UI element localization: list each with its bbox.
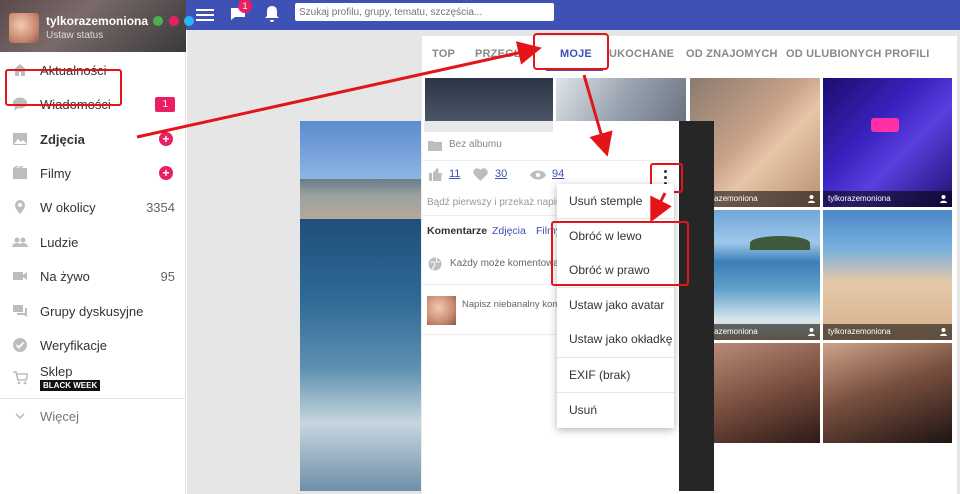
divider [421,284,557,285]
sidebar-item-nearby[interactable]: W okolicy 3354 [0,190,186,224]
sidebar-item-label: Sklep [40,364,73,379]
lightbox-photo[interactable] [300,121,421,491]
comment-permission[interactable]: Każdy może komentowa [450,258,559,269]
town-hill [300,179,421,221]
sidebar-item-label: Na żywo [40,268,90,284]
messages-badge: 1 [155,96,175,112]
star-badge-icon [184,16,195,26]
tab-from-favorites[interactable]: OD ULUBIONYCH PROFILI [786,48,930,60]
island-detail [750,236,810,250]
tab-comments[interactable]: Komentarze [427,225,487,237]
views-count[interactable]: 94 [552,168,564,180]
sidebar-item-groups[interactable]: Grupy dyskusyjne [0,294,186,328]
menu-item-set-avatar[interactable]: Ustaw jako avatar [557,288,674,322]
user-profile-box[interactable]: tylkorazemoniona Ustaw status [0,0,195,52]
people-icon [12,237,28,247]
avatar[interactable] [9,13,39,43]
sidebar-item-shop[interactable]: Sklep BLACK WEEK [0,358,186,398]
menu-item-remove-stamps[interactable]: Usuń stemple [557,184,674,218]
sidebar-item-label: Grupy dyskusyjne [40,303,144,319]
annotation-highlight-tab [533,33,609,70]
username-text: tylkorazemoniona [46,14,149,28]
tab-photos[interactable]: Zdjęcia [492,225,526,237]
sky [300,121,421,181]
sidebar-item-verification[interactable]: Weryfikacje [0,328,186,362]
tab-top[interactable]: TOP [432,48,455,60]
nearby-count: 3354 [146,199,175,215]
photo-thumb[interactable]: tylkorazemoniona [823,78,952,207]
photo-owner-name: tylkorazemoniona [828,327,891,336]
cart-icon [13,371,28,385]
sidebar-item-videos[interactable]: Filmy + [0,156,186,190]
sidebar-item-label: Więcej [40,408,80,424]
first-comment-prompt: Bądź pierwszy i przekaż napis [427,197,561,208]
sidebar-item-label: W okolicy [40,199,96,215]
user-icon [808,195,815,203]
sidebar: Aktualności Wiadomości 1 Zdjęcia + Filmy… [0,52,186,494]
live-count: 95 [160,268,175,284]
photo-thumb[interactable] [556,78,686,121]
likes-count[interactable]: 11 [449,168,460,180]
photo-thumb[interactable] [425,78,553,121]
lightbox-dark-edge [679,121,714,491]
hearts-count[interactable]: 30 [495,168,507,180]
photo-thumb[interactable]: tylkorazemoniona [823,210,952,340]
album-label[interactable]: Bez albumu [449,139,502,150]
user-icon [940,195,947,203]
sidebar-item-photos[interactable]: Zdjęcia + [0,122,186,156]
thumbs-up-icon[interactable] [428,167,443,182]
folder-icon [428,141,442,151]
menu-item-delete[interactable]: Usuń [557,393,674,427]
photo-owner-name: tylkorazemoniona [828,194,891,203]
annotation-highlight-photos [5,69,122,106]
sidebar-item-label: Zdjęcia [40,131,85,147]
globe-icon [428,257,442,271]
image-icon [13,133,27,145]
annotation-highlight-rotate [551,221,689,286]
user-status[interactable]: Ustaw status [46,30,103,41]
sidebar-item-label: Ludzie [40,234,79,250]
photo-detail [871,118,899,132]
eye-icon [530,170,546,180]
bell-icon[interactable] [264,5,280,23]
user-icon [808,328,815,336]
sea [300,219,421,491]
avatar [427,296,456,325]
sidebar-item-live[interactable]: Na żywo 95 [0,259,186,293]
menu-item-set-cover[interactable]: Ustaw jako okładkę [557,322,674,356]
location-pin-icon [15,200,25,214]
photo-thumb[interactable] [714,343,820,443]
check-circle-icon [13,338,27,352]
film-icon [13,166,27,179]
add-photo-icon[interactable]: + [159,132,173,146]
tab-from-friends[interactable]: OD ZNAJOMYCH [686,48,778,60]
video-camera-icon [13,272,27,280]
verified-icon [153,16,164,26]
username[interactable]: tylkorazemoniona [46,14,195,28]
photo-owner-label[interactable]: tylkorazemoniona [823,191,952,207]
menu-item-exif[interactable]: EXIF (brak) [557,358,674,392]
sidebar-item-people[interactable]: Ludzie [0,225,186,259]
chevron-down-icon [15,413,25,420]
lightbox-top-strip [424,121,553,132]
black-week-tag: BLACK WEEK [40,380,101,391]
search-input[interactable] [295,3,554,21]
vip-icon [168,16,179,26]
sidebar-item-more[interactable]: Więcej [0,399,186,433]
tab-browse[interactable]: PRZEGL [475,48,521,60]
tab-loved[interactable]: UKOCHANE [609,48,674,60]
divider [421,160,679,161]
divider [421,334,557,335]
divider [421,215,557,216]
forum-icon [13,305,27,317]
heart-icon[interactable] [473,168,488,181]
photo-owner-label[interactable]: tylkorazemoniona [823,324,952,340]
photo-thumb[interactable] [823,343,952,443]
comment-input[interactable]: Napisz niebanalny kom [462,299,560,310]
sidebar-item-label: Filmy [40,165,72,181]
hamburger-menu-icon[interactable] [196,6,214,22]
sidebar-item-label: Weryfikacje [40,337,107,353]
user-icon [940,328,947,336]
add-video-icon[interactable]: + [159,166,173,180]
